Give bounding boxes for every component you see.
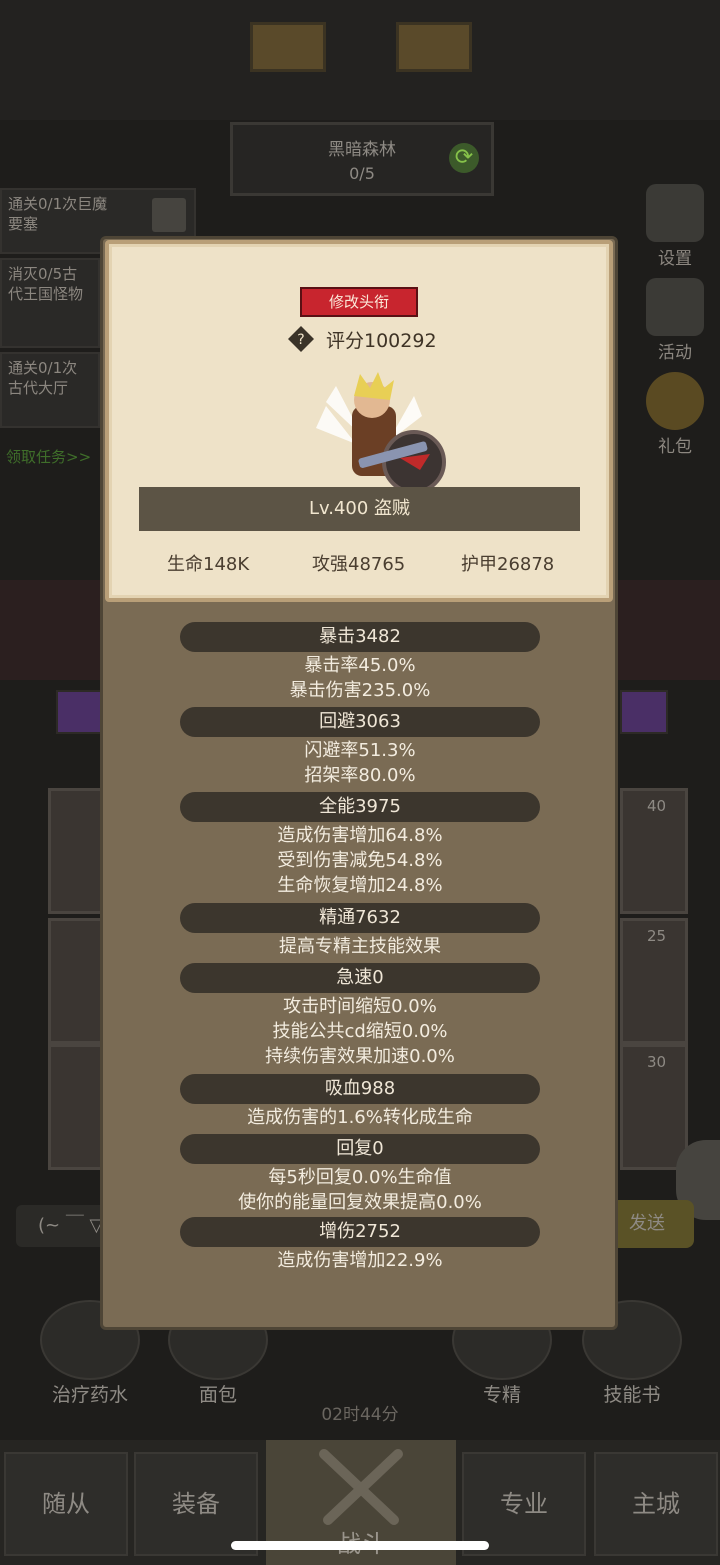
attack-stat: 攻强48765 [312, 554, 406, 575]
settings-button[interactable]: 设置 [638, 184, 712, 269]
top-slot-left[interactable] [250, 22, 326, 72]
crit-damage: 暴击伤害235.0% [289, 680, 431, 701]
gift-icon [646, 372, 704, 430]
quest-item[interactable]: 消灭0/5古代王国怪物 [0, 258, 100, 348]
top-slot-right[interactable] [396, 22, 472, 72]
recovery-header: 回复0 [180, 1134, 540, 1164]
gear-icon [646, 184, 704, 242]
quest-reward-icon [152, 198, 186, 232]
avoidance-header: 回避3063 [180, 707, 540, 737]
settings-label: 设置 [658, 249, 692, 269]
help-icon[interactable]: ? [287, 325, 315, 353]
attack-time-reduction: 攻击时间缩短0.0% [283, 996, 437, 1017]
refresh-icon[interactable]: ⟳ [449, 143, 479, 173]
gift-label: 礼包 [658, 437, 692, 457]
crossed-swords-icon [319, 1449, 403, 1525]
quest-text: 消灭0/5古代王国怪物 [8, 265, 84, 303]
top-header-area [0, 0, 720, 120]
crit-rate: 暴击率45.0% [304, 655, 416, 676]
follower-card[interactable]: 40 [620, 788, 688, 914]
bonus-damage-increase: 造成伤害增加22.9% [277, 1250, 443, 1271]
dodge-rate: 闪避率51.3% [304, 740, 416, 761]
gift-button[interactable]: 礼包 [638, 372, 712, 457]
quest-text: 通关0/1次古代大厅 [8, 359, 78, 397]
damage-reduction: 受到伤害减免54.8% [277, 850, 443, 871]
armor-stat: 护甲26878 [461, 554, 555, 575]
tab-followers[interactable]: 随从 [4, 1452, 128, 1556]
follower-card[interactable]: 25 [620, 918, 688, 1044]
level-class-bar: Lv.400 盗贼 [139, 487, 580, 531]
claim-quest-link[interactable]: 领取任务>> [6, 446, 91, 467]
bonus-damage-header: 增伤2752 [180, 1217, 540, 1247]
hp-regen: 每5秒回复0.0%生命值 [268, 1167, 452, 1188]
stage-panel: 黑暗森林 0/5 ⟳ [230, 122, 494, 196]
mastery-header: 精通7632 [180, 903, 540, 933]
dot-acceleration: 持续伤害效果加速0.0% [265, 1046, 455, 1067]
card-level: 40 [647, 797, 667, 815]
energy-regen: 使你的能量回复效果提高0.0% [238, 1192, 482, 1213]
quest-text: 通关0/1次巨魔要塞 [8, 195, 108, 233]
activity-label: 活动 [658, 343, 692, 363]
character-avatar [316, 372, 446, 494]
activity-button[interactable]: 活动 [638, 278, 712, 363]
rating-score: 评分100292 [326, 330, 437, 352]
quest-item[interactable]: 通关0/1次古代大厅 [0, 352, 100, 428]
crit-header: 暴击3482 [180, 622, 540, 652]
lifesteal-conversion: 造成伤害的1.6%转化成生命 [247, 1107, 473, 1128]
mastery-effect: 提高专精主技能效果 [279, 936, 441, 957]
hp-stat: 生命148K [167, 554, 250, 575]
parry-rate: 招架率80.0% [304, 765, 416, 786]
haste-header: 急速0 [180, 963, 540, 993]
timer-text: 02时44分 [321, 1405, 399, 1425]
damage-increase: 造成伤害增加64.8% [277, 825, 443, 846]
progress-bar-right [620, 690, 668, 734]
regen-increase: 生命恢复增加24.8% [277, 875, 443, 896]
activity-icon [646, 278, 704, 336]
tab-main-city[interactable]: 主城 [594, 1452, 718, 1556]
versatility-header: 全能3975 [180, 792, 540, 822]
edit-title-button[interactable]: 修改头衔 [300, 287, 418, 317]
card-level: 30 [647, 1053, 667, 1071]
card-level: 25 [647, 927, 667, 945]
svg-text:?: ? [297, 332, 304, 348]
home-indicator [231, 1541, 489, 1550]
gcd-reduction: 技能公共cd缩短0.0% [272, 1021, 448, 1042]
follower-card[interactable]: 30 [620, 1044, 688, 1170]
lifesteal-header: 吸血988 [180, 1074, 540, 1104]
